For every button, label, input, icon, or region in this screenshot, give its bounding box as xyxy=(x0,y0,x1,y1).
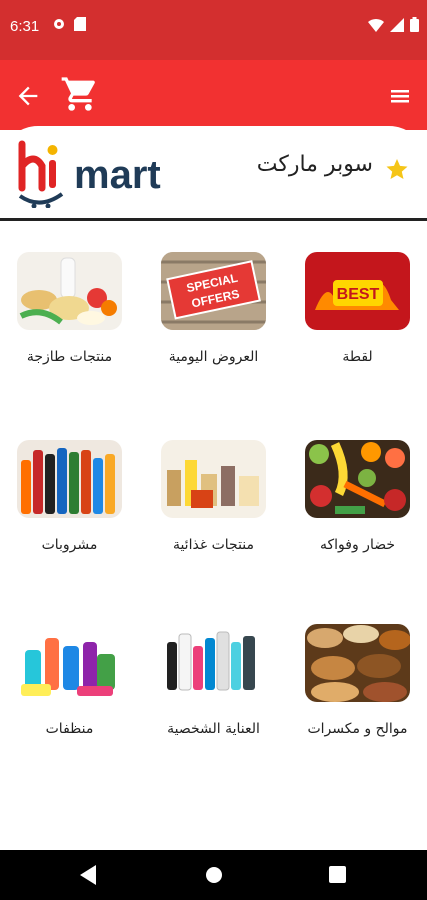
best-offer-image: BEST xyxy=(305,252,410,330)
category-label: خضار وفواكه xyxy=(319,537,396,553)
wifi-icon xyxy=(368,18,384,32)
svg-text:mart: mart xyxy=(74,153,161,197)
category-label: منتجات طازجة xyxy=(26,349,113,365)
category-label: مشروبات xyxy=(41,537,98,553)
category-label: العناية الشخصية xyxy=(167,721,260,737)
signal-icon xyxy=(390,17,404,32)
category-label: لقطة xyxy=(342,349,373,365)
nav-home-icon[interactable] xyxy=(205,866,223,884)
category-item[interactable]: BEST لقطة xyxy=(300,222,420,392)
category-item[interactable]: مشروبات xyxy=(12,410,132,580)
settings-icon xyxy=(54,19,64,29)
star-icon[interactable] xyxy=(385,157,409,181)
system-nav-bar xyxy=(0,850,427,900)
category-label: العروض اليومية xyxy=(168,349,259,365)
category-item[interactable]: SPECIAL OFFERS العروض اليومية xyxy=(156,222,276,392)
cleaners-image xyxy=(17,624,122,702)
category-label: موالح و مكسرات xyxy=(307,721,408,737)
nav-back-icon[interactable] xyxy=(80,865,98,885)
status-time: 6:31 xyxy=(10,18,40,35)
category-item[interactable]: منتجات طازجة xyxy=(12,222,132,392)
cart-icon[interactable] xyxy=(60,74,100,114)
nav-recent-apps-icon[interactable] xyxy=(329,866,346,883)
food-products-image xyxy=(161,440,266,518)
vegetables-fruits-image xyxy=(305,440,410,518)
battery-icon xyxy=(410,17,419,32)
category-grid: BEST لقطة SPECIAL OFFERS العروض اليومية xyxy=(0,222,427,850)
store-title: سوبر ماركت xyxy=(256,152,373,177)
hamburger-menu-icon[interactable] xyxy=(387,84,413,108)
special-offers-image: SPECIAL OFFERS xyxy=(161,252,266,330)
category-item[interactable]: منظفات xyxy=(12,594,132,764)
svg-text:BEST: BEST xyxy=(337,286,380,303)
store-header: mart سوبر ماركت xyxy=(0,126,427,221)
personal-care-image xyxy=(161,624,266,702)
category-label: منتجات غذائية xyxy=(172,537,255,553)
category-item[interactable]: موالح و مكسرات xyxy=(300,594,420,764)
status-bar: 6:31 xyxy=(0,0,427,60)
category-item[interactable]: خضار وفواكه xyxy=(300,410,420,580)
fresh-products-image xyxy=(17,252,122,330)
drinks-image xyxy=(17,440,122,518)
category-label: منظفات xyxy=(45,721,94,737)
category-item[interactable]: منتجات غذائية xyxy=(156,410,276,580)
nuts-image xyxy=(305,624,410,702)
category-item[interactable]: العناية الشخصية xyxy=(156,594,276,764)
sd-card-icon xyxy=(74,17,86,31)
back-arrow-icon[interactable] xyxy=(14,82,42,110)
himart-logo: mart xyxy=(18,140,161,208)
app-bar xyxy=(0,60,427,130)
